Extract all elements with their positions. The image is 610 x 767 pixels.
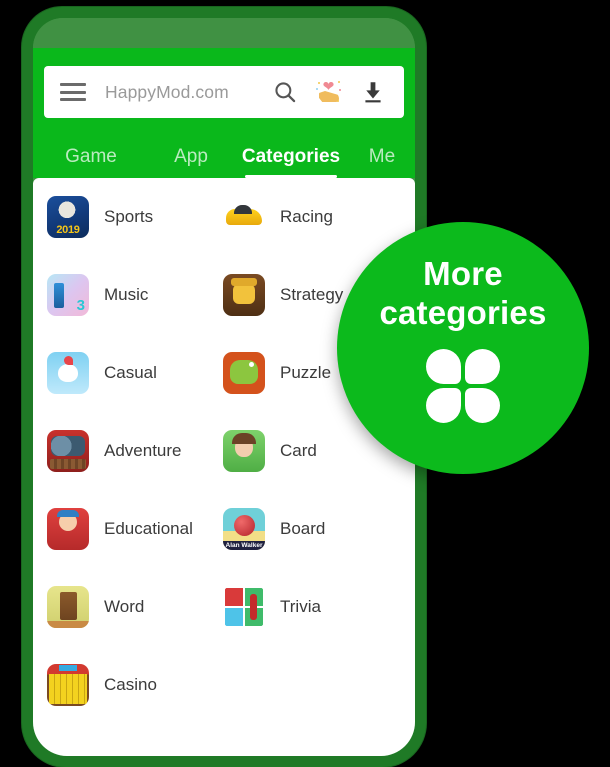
category-label: Music — [104, 285, 149, 304]
petal-top-left — [426, 348, 461, 384]
card-game-icon — [223, 430, 265, 472]
badge-line-2: categories — [379, 293, 547, 331]
screenshot-stage: HappyMod.com ❤ Game App Categories Me 20… — [0, 0, 610, 767]
hand-holding-heart-icon[interactable]: ❤ — [316, 79, 342, 105]
trivia-game-icon — [223, 586, 265, 628]
four-petal-grid-icon — [426, 348, 500, 423]
download-icon[interactable] — [360, 79, 386, 105]
hand-shape — [319, 91, 339, 102]
puzzle-game-icon — [223, 352, 265, 394]
category-label: Adventure — [104, 441, 182, 460]
list-item[interactable]: Word — [47, 568, 227, 646]
search-bar[interactable]: HappyMod.com ❤ — [44, 66, 404, 118]
category-label: Trivia — [280, 597, 321, 616]
list-item[interactable]: Music — [47, 256, 227, 334]
category-label: Sports — [104, 207, 154, 226]
list-item[interactable]: Sports — [47, 178, 227, 256]
badge-line-1: More — [423, 255, 503, 292]
heart-shape: ❤ — [322, 78, 335, 94]
strategy-game-icon — [223, 274, 265, 316]
list-item[interactable]: Board — [223, 490, 403, 568]
search-bar-actions: ❤ — [272, 79, 386, 105]
tab-bar: Game App Categories Me — [33, 136, 415, 178]
racing-game-icon — [223, 196, 265, 238]
tab-game[interactable]: Game — [33, 136, 149, 178]
category-label: Racing — [280, 207, 333, 226]
categories-column-left: Sports Music Casual Adventure — [47, 178, 227, 724]
category-label: Word — [104, 597, 145, 616]
list-item[interactable]: Casual — [47, 334, 227, 412]
category-label: Puzzle — [280, 363, 332, 382]
educational-game-icon — [47, 508, 89, 550]
search-input[interactable]: HappyMod.com — [105, 82, 272, 103]
list-item[interactable]: Casino — [47, 646, 227, 724]
petal-bottom-right — [465, 387, 500, 423]
tab-me[interactable]: Me — [349, 136, 415, 178]
word-game-icon — [47, 586, 89, 628]
search-icon[interactable] — [272, 79, 298, 105]
list-item[interactable]: Educational — [47, 490, 227, 568]
tab-categories[interactable]: Categories — [233, 136, 349, 178]
sports-game-icon — [47, 196, 89, 238]
status-bar — [33, 18, 415, 48]
petal-top-right — [465, 348, 500, 384]
tab-app[interactable]: App — [149, 136, 233, 178]
category-label: Board — [280, 519, 326, 538]
casual-game-icon — [47, 352, 89, 394]
more-categories-text: More categories — [379, 255, 546, 333]
category-label: Educational — [104, 519, 193, 538]
category-label: Card — [280, 441, 317, 460]
music-game-icon — [47, 274, 89, 316]
list-item[interactable]: Racing — [223, 178, 403, 256]
board-game-icon — [223, 508, 265, 550]
petal-bottom-left — [426, 387, 461, 423]
casino-game-icon — [47, 664, 89, 706]
categories-content: Sports Music Casual Adventure — [33, 178, 415, 756]
list-item[interactable]: Adventure — [47, 412, 227, 490]
list-item[interactable]: Trivia — [223, 568, 403, 646]
more-categories-badge[interactable]: More categories — [337, 222, 589, 474]
category-label: Casino — [104, 675, 157, 694]
adventure-game-icon — [47, 430, 89, 472]
hamburger-menu-icon[interactable] — [60, 83, 86, 101]
category-label: Strategy — [280, 285, 344, 304]
category-label: Casual — [104, 363, 157, 382]
app-bar: HappyMod.com ❤ Game App Categories Me — [33, 48, 415, 178]
